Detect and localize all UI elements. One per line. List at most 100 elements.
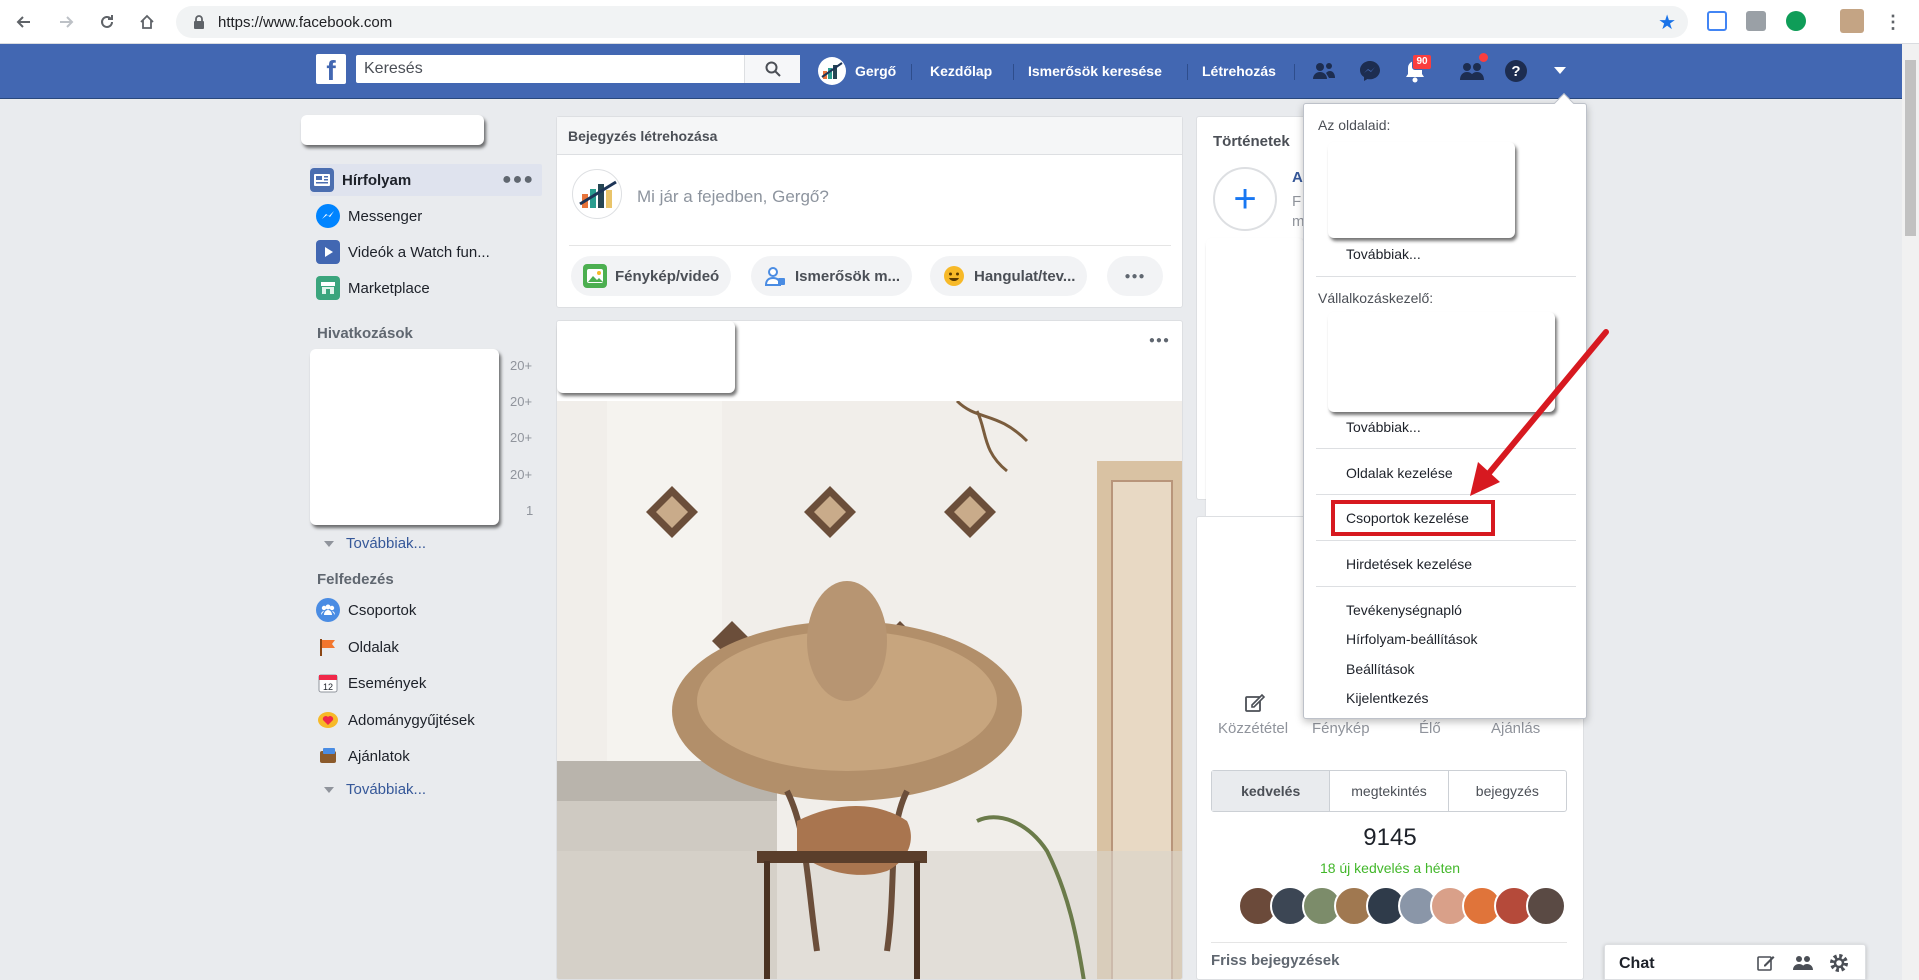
back-icon[interactable] [10, 9, 36, 35]
post-options-icon[interactable]: ●●● [1149, 335, 1170, 346]
groups-icon [316, 598, 340, 622]
chevron-down-icon [324, 786, 334, 793]
profile-avatar[interactable] [1840, 9, 1864, 33]
offers-tag-icon [316, 744, 340, 768]
events-calendar-icon: 12 [316, 671, 340, 695]
nav-home[interactable]: Kezdőlap [930, 57, 992, 85]
action-live[interactable]: Élő [1419, 720, 1441, 737]
redacted-profile [301, 115, 484, 145]
composer-title: Bejegyzés létrehozása [557, 117, 1182, 155]
new-message-icon[interactable] [1757, 954, 1775, 975]
photo-icon [583, 264, 607, 288]
shortcut-count: 20+ [510, 358, 533, 373]
new-likes-text[interactable]: 18 új kedvelés a héten [1196, 860, 1584, 876]
photo-video-button[interactable]: Fénykép/videó [571, 256, 732, 296]
sidebar-item-offers[interactable]: Ajánlatok [316, 740, 550, 772]
help-icon[interactable]: ? [1502, 57, 1530, 85]
tag-friends-icon [763, 264, 787, 288]
publish-icon[interactable] [1244, 693, 1266, 716]
add-story-desc: F [1292, 193, 1302, 210]
menu-settings[interactable]: Beállítások [1346, 658, 1414, 680]
facebook-logo[interactable]: f [316, 54, 346, 84]
annotation-arrow-icon [1470, 329, 1609, 496]
button-label: Ismerősök m... [795, 267, 901, 285]
menu-more-business[interactable]: Továbbiak... [1346, 416, 1421, 438]
avatar[interactable] [1526, 886, 1566, 926]
explore-more-link[interactable]: Továbbiak... [324, 781, 426, 798]
sidebar-item-marketplace[interactable]: Marketplace [316, 272, 550, 304]
user-avatar[interactable] [818, 57, 846, 85]
nav-create[interactable]: Létrehozás [1202, 57, 1276, 85]
sidebar-item-messenger[interactable]: Messenger [316, 200, 550, 232]
sidebar-item-label: Marketplace [348, 279, 430, 297]
menu-manage-pages[interactable]: Oldalak kezelése [1346, 462, 1453, 484]
feed-post: ●●● [556, 320, 1183, 980]
scrollbar-thumb[interactable] [1905, 60, 1916, 236]
shortcut-count: 1 [526, 503, 534, 518]
search-box [356, 55, 800, 83]
sidebar-item-pages[interactable]: Oldalak [316, 631, 550, 663]
more-actions-button[interactable]: ●●● [1107, 256, 1163, 296]
action-photo[interactable]: Fénykép [1312, 720, 1370, 737]
search-input[interactable] [356, 55, 746, 83]
sidebar-item-fundraisers[interactable]: Adománygyűjtések [316, 704, 550, 736]
menu-kebab-icon[interactable]: ⋮ [1880, 9, 1906, 35]
shortcuts-more-link[interactable]: Továbbiak... [324, 535, 426, 552]
composer-placeholder[interactable]: Mi jár a fejedben, Gergő? [637, 187, 829, 207]
tag-friends-button[interactable]: Ismerősök m... [751, 256, 913, 296]
search-icon [765, 61, 781, 77]
code-extension-icon[interactable] [1746, 11, 1766, 31]
menu-news-feed-preferences[interactable]: Hírfolyam-beállítások [1346, 628, 1478, 650]
fundraiser-heart-icon [316, 708, 340, 732]
home-icon[interactable] [134, 9, 160, 35]
chat-bar[interactable]: Chat [1604, 944, 1866, 980]
action-publish[interactable]: Közzététel [1218, 720, 1288, 737]
account-dropdown-icon[interactable] [1546, 57, 1574, 85]
sidebar-item-label: Adománygyűjtések [348, 711, 475, 729]
more-options-icon[interactable]: ●●● [502, 171, 534, 189]
post-photo[interactable] [557, 399, 1182, 979]
highlight-box [1331, 500, 1495, 536]
browser-toolbar: https://www.facebook.com ★ ⋮ [0, 0, 1919, 44]
redacted-pages-list [1328, 142, 1515, 238]
extension-icon[interactable] [1707, 11, 1727, 31]
green-extension-icon[interactable] [1786, 11, 1806, 31]
button-label: Hangulat/tev... [974, 267, 1076, 285]
search-button[interactable] [744, 55, 800, 83]
menu-logout[interactable]: Kijelentkezés [1346, 687, 1429, 709]
address-bar[interactable]: https://www.facebook.com ★ [176, 6, 1688, 38]
groups-notification-dot [1478, 52, 1489, 63]
bookmark-star-icon[interactable]: ★ [1658, 10, 1676, 35]
sidebar-item-events[interactable]: 12 Események [316, 667, 550, 699]
messenger-icon[interactable] [1356, 57, 1384, 85]
sidebar-item-label: Hírfolyam [342, 171, 412, 189]
page-scrollbar[interactable] [1902, 44, 1919, 980]
new-group-icon[interactable] [1793, 954, 1813, 975]
explore-title: Felfedezés [317, 571, 394, 588]
redacted-post-author [557, 321, 735, 393]
nav-find-friends[interactable]: Ismerősök keresése [1028, 57, 1162, 85]
reload-icon[interactable] [94, 9, 120, 35]
feeling-activity-button[interactable]: Hangulat/tev... [930, 256, 1088, 296]
newsfeed-icon [310, 168, 334, 192]
gear-icon[interactable] [1829, 953, 1849, 976]
profile-link[interactable]: Gergő [855, 57, 896, 85]
tab-posts[interactable]: bejegyzés [1449, 771, 1566, 811]
forward-icon[interactable] [54, 9, 80, 35]
tab-views[interactable]: megtekintés [1330, 771, 1449, 811]
chevron-down-icon [324, 540, 334, 547]
menu-manage-ads[interactable]: Hirdetések kezelése [1346, 553, 1472, 575]
add-story-button[interactable]: + [1213, 167, 1277, 231]
sidebar-item-watch[interactable]: Videók a Watch fun... [316, 236, 550, 268]
tab-likes[interactable]: kedvelés [1212, 771, 1331, 811]
post-composer: Bejegyzés létrehozása Mi jár a fejedben,… [556, 116, 1183, 308]
menu-activity-log[interactable]: Tevékenységnapló [1346, 599, 1462, 621]
sidebar-item-groups[interactable]: Csoportok [316, 594, 550, 626]
action-recommend[interactable]: Ajánlás [1491, 720, 1540, 737]
likes-count: 9145 [1363, 824, 1417, 851]
friend-requests-icon[interactable] [1310, 57, 1338, 85]
more-link-label: Továbbiak... [346, 781, 427, 798]
menu-more-pages[interactable]: Továbbiak... [1346, 243, 1421, 265]
more-link-label: Továbbiak... [346, 535, 427, 552]
sidebar-item-newsfeed[interactable]: Hírfolyam ●●● [310, 164, 542, 196]
